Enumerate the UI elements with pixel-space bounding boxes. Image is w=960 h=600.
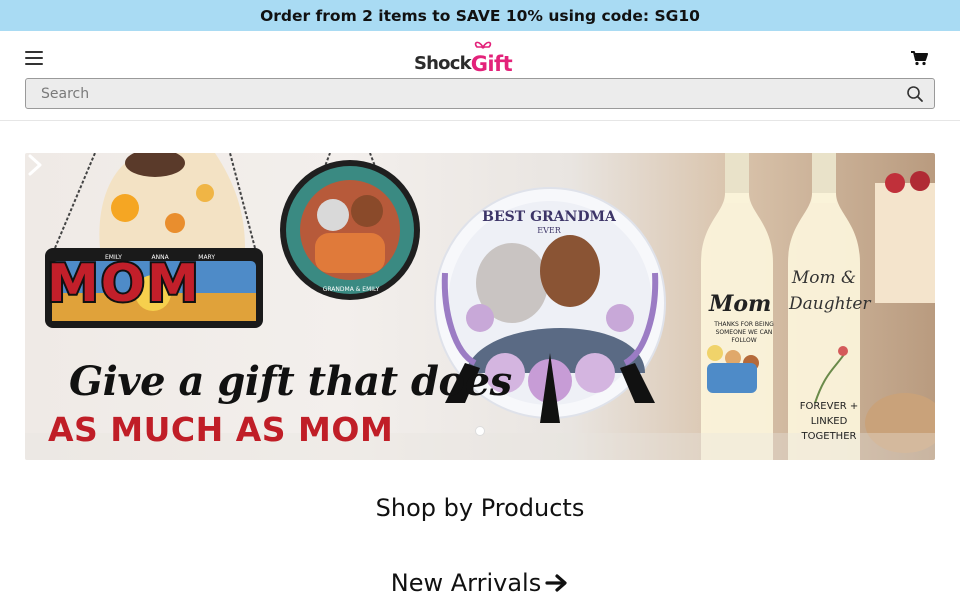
keepsake-name: MARY (198, 254, 215, 261)
bottle-b-title: Mom & Daughter (789, 268, 871, 314)
section-title-shop-by-products: Shop by Products (375, 494, 585, 522)
plate-subtitle: EVER (537, 226, 561, 235)
keepsake-name: EMILY (105, 254, 122, 261)
keepsake-mom-text: MOM (45, 252, 201, 316)
search-icon[interactable] (906, 85, 924, 103)
search-bar (25, 78, 935, 109)
keepsake-name: ANNA (151, 254, 169, 261)
section-title-new-arrivals: New Arrivals (390, 569, 542, 597)
chevron-right-icon[interactable] (25, 153, 45, 177)
hamburger-menu-icon[interactable] (25, 51, 43, 65)
hero-banner[interactable]: MOM EMILY ANNA MARY GRANDMA & EMILY BEST… (25, 153, 935, 460)
keepsake-names: EMILY ANNA MARY (105, 254, 215, 261)
gift-bow-icon (474, 41, 492, 49)
banner-headline-bold: AS MUCH AS MOM (48, 410, 394, 449)
promo-bar: Order from 2 items to SAVE 10% using cod… (0, 0, 960, 31)
arrow-right-icon (545, 574, 567, 592)
bottle-b-text: FOREVER + LINKED TOGETHER (799, 401, 859, 442)
logo-text-gift: Gift (470, 52, 513, 76)
search-input[interactable] (26, 79, 896, 108)
medallion-label: GRANDMA & EMILY (322, 286, 380, 293)
cart-icon[interactable] (910, 50, 928, 66)
site-header: Shock Gift (0, 31, 960, 121)
logo-text-shock: Shock (414, 53, 472, 74)
plate-title: BEST GRANDMA (482, 209, 616, 225)
carousel-dot[interactable] (475, 426, 485, 436)
promo-text: Order from 2 items to SAVE 10% using cod… (260, 6, 700, 25)
new-arrivals-link[interactable]: New Arrivals (0, 569, 960, 597)
banner-headline-script: Give a gift that does (69, 358, 512, 405)
site-logo[interactable]: Shock Gift (414, 41, 516, 77)
bottle-a-title: Mom (709, 291, 772, 317)
bottle-a-text: THANKS FOR BEING SOMEONE WE CAN FOLLOW (714, 321, 774, 344)
